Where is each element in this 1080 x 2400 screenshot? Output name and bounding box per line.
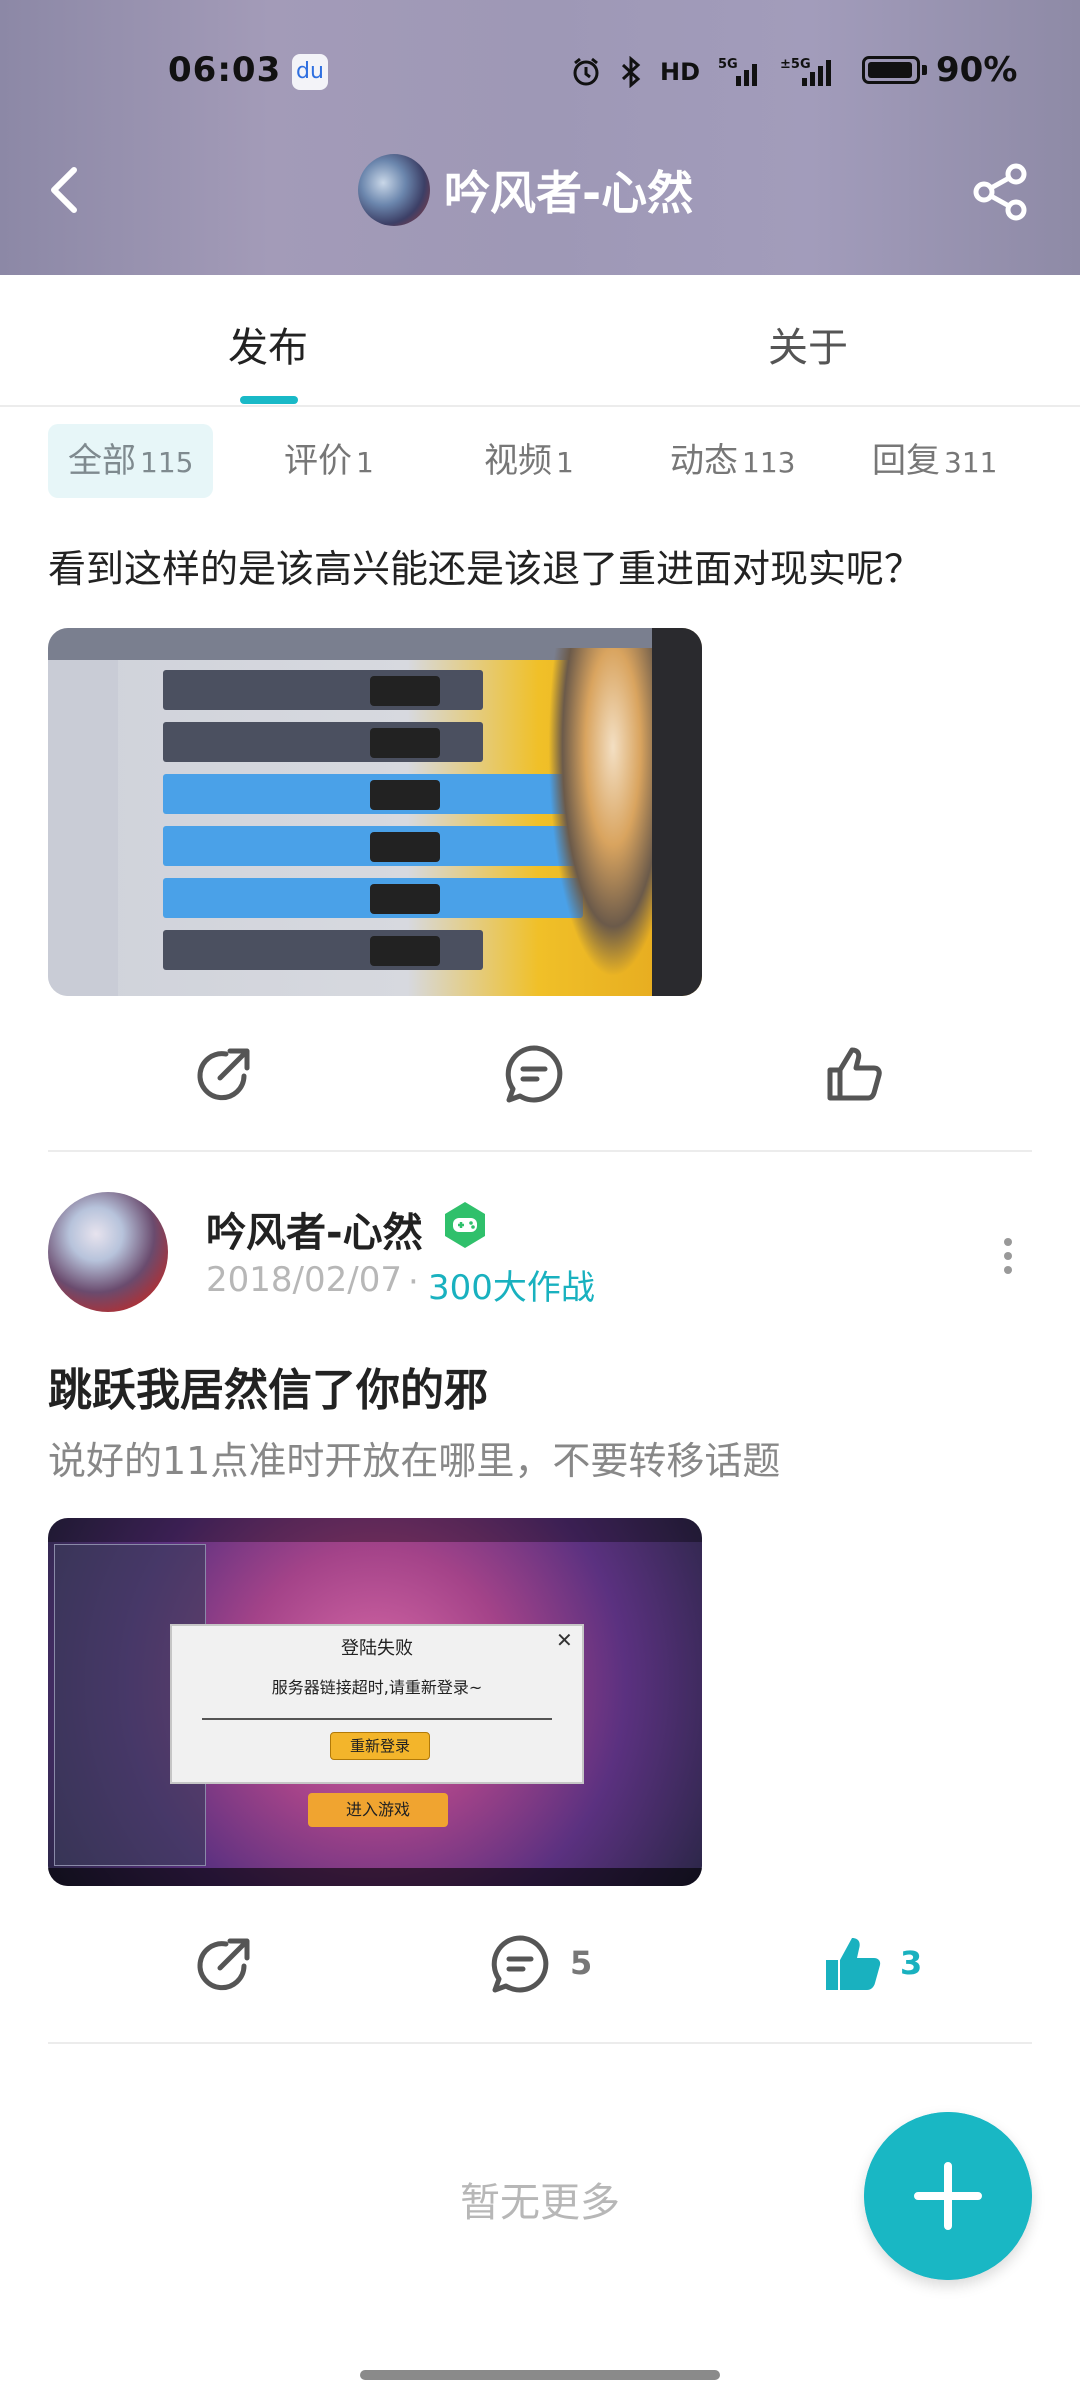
status-time: 06:03 [168, 50, 282, 90]
avatar[interactable] [48, 1192, 168, 1312]
image-enter-button: 进入游戏 [308, 1793, 448, 1827]
share-icon[interactable] [968, 160, 1032, 224]
image-sidebar [48, 660, 118, 996]
filter-chips: 全部 115 评价 1 视频 1 动态 113 回复 311 [0, 424, 1080, 500]
battery-tip [922, 65, 927, 75]
image-row-tag [370, 832, 440, 862]
alarm-icon [573, 57, 599, 86]
tab-publish[interactable]: 发布 [228, 315, 308, 373]
status-bar: 06:03 du HD 5G ±5G 90% [0, 40, 1080, 104]
profile-header: 06:03 du HD 5G ±5G 90% 吟风者-心然 [0, 0, 1080, 275]
dialog-message: 服务器链接超时,请重新登录~ [271, 1678, 483, 1697]
filter-video[interactable]: 视频 1 [484, 424, 574, 498]
repost-icon[interactable] [192, 1042, 256, 1106]
like-icon[interactable] [820, 1932, 884, 1996]
tab-active-indicator [240, 396, 298, 404]
add-post-button[interactable] [864, 2112, 1032, 2280]
dialog-close-icon: ✕ [556, 1628, 573, 1652]
image-statusbar [48, 1518, 702, 1542]
battery-icon [862, 56, 920, 84]
filter-all[interactable]: 全部 115 [48, 424, 214, 498]
image-row-tag [370, 936, 440, 966]
filter-label: 回复 [872, 441, 940, 481]
meta-separator: · [408, 1262, 419, 1302]
filter-label: 动态 [670, 441, 738, 481]
battery-percent: 90% [936, 50, 1018, 90]
tab-about[interactable]: 关于 [768, 315, 848, 373]
like-icon[interactable] [822, 1042, 886, 1106]
game-tag[interactable]: 300大作战 [428, 1260, 595, 1309]
post-divider [48, 2042, 1032, 2044]
image-row-tag [370, 676, 440, 706]
post-image[interactable]: 登陆失败 ✕ 服务器链接超时,请重新登录~ 重新登录 进入游戏 [48, 1518, 702, 1886]
comment-count: 5 [570, 1944, 593, 1982]
filter-count: 311 [944, 446, 998, 479]
profile-tabs: 发布 关于 [0, 275, 1080, 407]
filter-review[interactable]: 评价 1 [284, 424, 374, 498]
filter-count: 1 [356, 446, 374, 479]
filter-label: 视频 [484, 441, 552, 481]
page-title: 吟风者-心然 [444, 166, 694, 220]
bluetooth-icon [621, 56, 641, 88]
dialog-title: 登陆失败 [341, 1638, 413, 1659]
back-icon[interactable] [40, 160, 90, 220]
signal-5g-icon: ±5G [780, 57, 832, 86]
repost-icon[interactable] [192, 1932, 256, 1996]
signal-5g-icon: 5G [718, 57, 758, 86]
filter-count: 1 [556, 446, 574, 479]
post-date: 2018/02/07 [206, 1260, 402, 1300]
image-error-dialog: 登陆失败 ✕ 服务器链接超时,请重新登录~ 重新登录 [170, 1624, 584, 1784]
filter-reply[interactable]: 回复 311 [872, 424, 997, 498]
filter-count: 115 [140, 446, 194, 479]
header-avatar [358, 154, 430, 226]
home-indicator[interactable] [360, 2370, 720, 2380]
comment-icon[interactable] [488, 1932, 552, 1996]
post-subtitle[interactable]: 说好的11点准时开放在哪里，不要转移话题 [48, 1430, 780, 1485]
image-row-tag [370, 728, 440, 758]
status-icons: HD 5G ±5G [570, 48, 834, 96]
dialog-relogin-button: 重新登录 [330, 1732, 430, 1760]
post-title[interactable]: 跳跃我居然信了你的邪 [48, 1354, 488, 1418]
post-image[interactable] [48, 628, 702, 996]
like-count: 3 [900, 1944, 923, 1982]
filter-count: 113 [742, 446, 796, 479]
image-stripe [652, 628, 702, 996]
hd-icon: HD [660, 58, 701, 86]
post-text[interactable]: 看到这样的是该高兴能还是该退了重进面对现实呢？ [48, 538, 922, 593]
filter-label: 评价 [284, 441, 352, 481]
gamepad-badge-icon [445, 1202, 485, 1248]
image-footer [48, 1868, 702, 1886]
post-divider [48, 1150, 1032, 1152]
filter-activity[interactable]: 动态 113 [670, 424, 795, 498]
baidu-app-icon: du [292, 54, 328, 90]
more-icon[interactable] [996, 1232, 1020, 1280]
image-row-tag [370, 884, 440, 914]
filter-label: 全部 [68, 441, 136, 481]
svg-text:5G: 5G [718, 57, 738, 72]
comment-icon[interactable] [502, 1042, 566, 1106]
svg-text:±5G: ±5G [780, 57, 811, 72]
dialog-divider [202, 1718, 552, 1720]
author-name[interactable]: 吟风者-心然 [206, 1200, 423, 1258]
image-row-tag [370, 780, 440, 810]
header-title-group: 吟风者-心然 [358, 154, 693, 226]
